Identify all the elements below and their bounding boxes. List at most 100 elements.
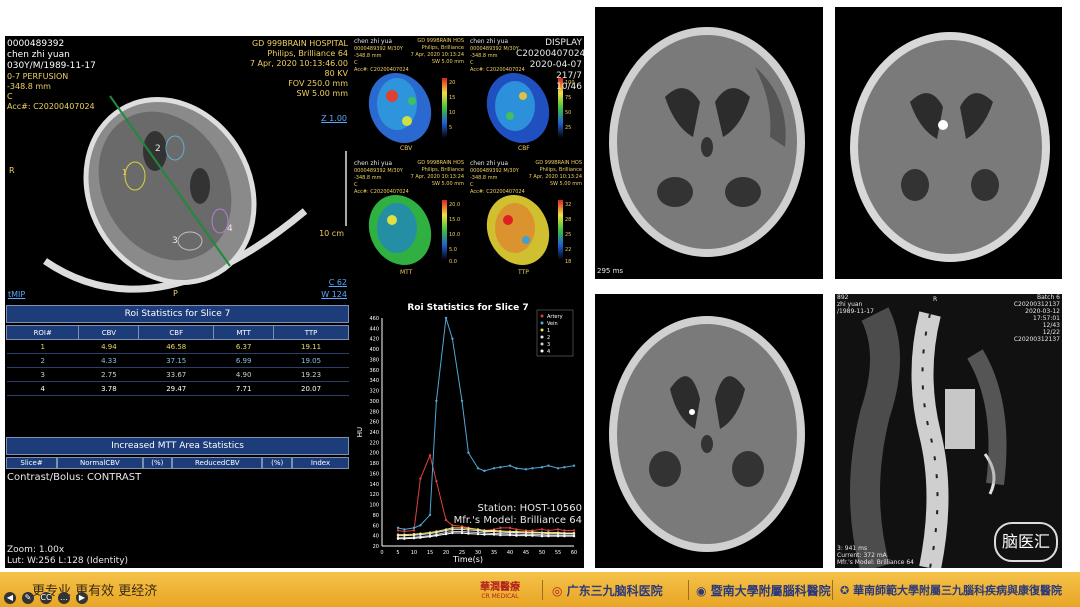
sponsor-sanjiu: ◎ 广东三九脑科医院 <box>552 582 663 599</box>
data-point <box>428 532 432 535</box>
ct-axial-image-1[interactable]: 295 ms <box>595 7 823 279</box>
mtt-map[interactable]: chen zhi yua 0000489392 M/30Y -348.8 mm … <box>352 158 466 278</box>
y-tick-label: 340 <box>369 378 379 384</box>
roi-table[interactable]: ROI# CBV CBF MTT TTP 1 4.94 46.58 6.37 19.11… <box>5 325 349 396</box>
y-tick-label: 100 <box>369 503 379 509</box>
cbf-scale-1: 75 <box>565 95 572 101</box>
display-accession: C20200407024 <box>516 49 586 59</box>
x-axis-label: Time(s) <box>452 555 483 564</box>
col-normal-pct[interactable]: (%) <box>142 457 173 469</box>
spine-model: Mfr.'s Model: Brilliance 64 <box>837 559 915 566</box>
cr-medical-en: CR MEDICAL <box>481 593 519 600</box>
data-point <box>515 528 518 531</box>
y-tick-label: 200 <box>369 451 379 457</box>
patient-info-overlay: 0000489392 chen zhi yuan 030Y/M/1989-11-… <box>7 39 96 112</box>
cell: 6.37 <box>213 339 274 354</box>
cell: 4.33 <box>78 353 139 368</box>
cell: 3.78 <box>78 381 139 396</box>
col-reduced-cbv[interactable]: ReducedCBV <box>172 457 263 469</box>
col-cbv[interactable]: CBV <box>78 325 140 340</box>
cell: 4 <box>6 381 79 396</box>
sponsor-scnu-text: 華南師範大學附屬三九腦科疾病與康復醫院 <box>853 584 1063 597</box>
legend-entry: Artery <box>547 314 563 320</box>
cbv-map-label: CBV <box>400 145 413 152</box>
data-point <box>396 537 400 540</box>
station-label: Station: HOST-10560 <box>477 503 582 514</box>
display-series-index: 10/46 <box>556 82 582 92</box>
x-tick-label: 40 <box>507 550 513 556</box>
window-width[interactable]: W 124 <box>321 290 347 299</box>
window-center[interactable]: C 62 <box>329 278 347 287</box>
table-row[interactable]: 3 2.75 33.67 4.90 19.23 <box>6 367 349 382</box>
data-point <box>467 528 470 532</box>
ct-axial-brain-3 <box>609 316 805 552</box>
tdc-chart-panel[interactable]: Roi Statistics for Slice 7 20 40 60 80 100 120… <box>352 278 584 568</box>
data-point <box>451 528 454 531</box>
spine-pid: 892 <box>837 294 849 301</box>
logo-icon: ◉ <box>696 584 707 598</box>
data-point <box>435 480 438 483</box>
cell: 19.11 <box>273 339 349 354</box>
y-tick-label: 120 <box>369 492 379 498</box>
x-tick-label: 5 <box>396 550 399 556</box>
spine-r-label: R <box>933 296 938 303</box>
captions-button[interactable]: CC <box>40 592 52 604</box>
table-row[interactable]: 4 3.78 29.47 7.71 20.07 <box>6 381 349 396</box>
cell: 19.23 <box>273 367 349 382</box>
ttp-scale-1: 28 <box>565 217 572 223</box>
roi-label-4: 4 <box>227 224 233 234</box>
col-cbf[interactable]: CBF <box>138 325 215 340</box>
cbv-map[interactable]: chen zhi yua 0000489392 M/30Y -348.8 mm … <box>352 36 466 156</box>
y-tick-label: 420 <box>369 337 379 343</box>
more-button[interactable]: … <box>58 592 70 604</box>
spine-ct-sagittal[interactable]: 892 zhi yuan /1989-11-17 Batch 6 C202003… <box>835 294 1062 572</box>
legend-marker <box>540 321 544 325</box>
annotate-button[interactable]: ✎ <box>22 592 34 604</box>
y-tick-label: 400 <box>369 347 379 353</box>
previous-button[interactable]: ◀ <box>4 592 16 604</box>
y-tick-label: 80 <box>373 513 379 519</box>
ct-axial-image-3[interactable] <box>595 294 823 568</box>
col-roi[interactable]: ROI# <box>5 325 80 340</box>
roi-label-3: 3 <box>172 236 178 246</box>
data-point <box>572 529 576 532</box>
data-point <box>556 528 560 531</box>
spine-index1: 12/43 <box>1042 322 1060 329</box>
ct-axial-image-2[interactable] <box>835 7 1062 279</box>
mtt-scale-1: 15.0 <box>449 217 461 223</box>
orientation-c: C <box>7 92 13 101</box>
y-tick-label: 180 <box>369 461 379 467</box>
ttp-map[interactable]: chen zhi yua 0000489392 M/30Y -348.8 mm … <box>468 158 584 278</box>
x-tick-label: 45 <box>523 550 529 556</box>
table-row[interactable]: 1 4.94 46.58 6.37 19.11 <box>6 339 349 354</box>
ttp-scale-3: 22 <box>565 247 572 253</box>
spine-date: 2020-03-12 <box>1025 308 1060 315</box>
col-reduced-pct[interactable]: (%) <box>262 457 292 469</box>
mtt-map-label: MTT <box>400 269 413 276</box>
col-mtt[interactable]: MTT <box>213 325 275 340</box>
display-title: DISPLAY <box>545 38 582 48</box>
data-point <box>451 531 454 535</box>
col-index[interactable]: Index <box>291 457 349 469</box>
tmip-label[interactable]: tMIP <box>8 290 25 299</box>
data-point <box>419 533 422 536</box>
legend-marker <box>540 349 544 353</box>
table-row[interactable]: 2 4.33 37.15 6.99 19.05 <box>6 353 349 368</box>
cell: 7.71 <box>213 381 274 396</box>
lut-readout: Lut: W:256 L:128 (Identity) <box>7 556 129 566</box>
data-point <box>467 532 470 535</box>
mtt-scale-0: 20.0 <box>449 202 461 208</box>
mtt-colorbar <box>442 200 447 260</box>
col-ttp[interactable]: TTP <box>273 325 349 340</box>
col-normal-cbv[interactable]: NormalCBV <box>57 457 143 469</box>
main-axial-view[interactable]: 1 2 3 4 0000489392 chen zhi yuan 030Y/M/… <box>5 36 350 301</box>
y-tick-label: 140 <box>369 482 379 488</box>
display-overlay: DISPLAY C20200407024 2020-04-07 217/7 10… <box>516 38 586 93</box>
roi-label-2: 2 <box>155 144 161 154</box>
data-point <box>451 337 454 340</box>
col-slice[interactable]: Slice# <box>6 457 58 469</box>
spine-name: zhi yuan <box>837 301 863 308</box>
zoom-indicator[interactable]: Z 1.00 <box>321 114 347 123</box>
data-point <box>467 451 470 454</box>
next-button[interactable]: ▶ <box>76 592 88 604</box>
